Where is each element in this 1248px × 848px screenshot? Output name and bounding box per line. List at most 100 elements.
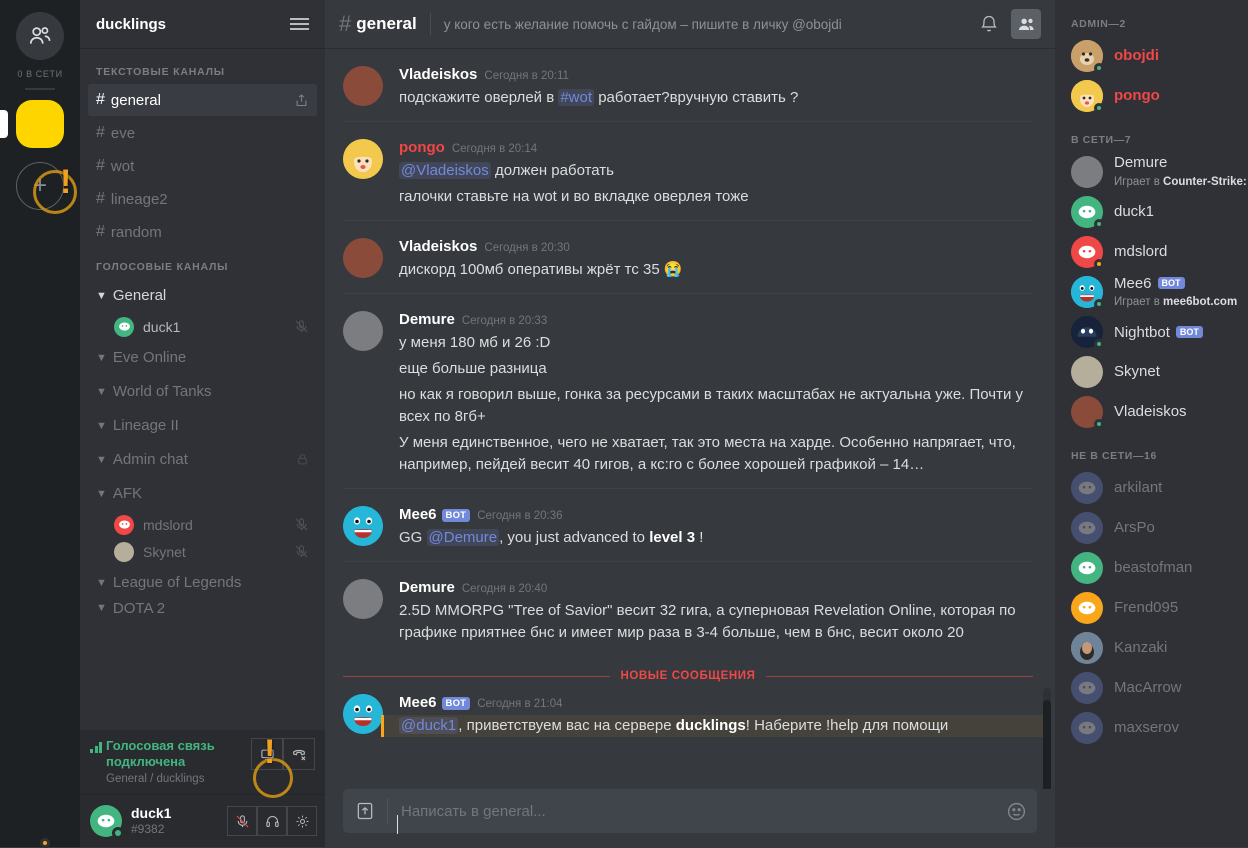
member-group-title: ADMIN—2 xyxy=(1071,18,1126,30)
settings-button[interactable] xyxy=(287,806,317,836)
channel-wot[interactable]: # wot xyxy=(88,150,317,182)
text-channels-category[interactable]: ТЕКСТОВЫЕ КАНАЛЫ xyxy=(80,62,325,83)
avatar[interactable] xyxy=(343,506,383,546)
voice-user-label: mdslord xyxy=(143,516,193,533)
hash-icon: # xyxy=(96,190,105,207)
member-name: Nightbot xyxy=(1114,323,1170,341)
message-list[interactable]: Vladeiskos Сегодня в 20:11 подскажите ов… xyxy=(325,48,1055,789)
voice-user-skynet[interactable]: Skynet xyxy=(106,538,317,565)
member-row[interactable]: duck1 xyxy=(1055,192,1248,232)
avatar[interactable] xyxy=(343,139,383,179)
member-row[interactable]: Skynet xyxy=(40,352,1248,848)
message-text: GG @Demure, you just advanced to level 3… xyxy=(399,527,1037,549)
server-ducklings[interactable] xyxy=(0,96,80,152)
member-row[interactable]: pongo xyxy=(1055,76,1248,116)
member-row[interactable]: MacArrow xyxy=(1055,668,1248,708)
scrollbar-thumb[interactable] xyxy=(1043,700,1051,789)
voice-channel-label: League of Legends xyxy=(112,574,242,591)
avatar xyxy=(1071,512,1103,544)
user-mention[interactable]: @duck1 xyxy=(399,717,459,734)
channel-general[interactable]: # general xyxy=(88,84,317,116)
message-author[interactable]: Demure xyxy=(399,579,455,596)
disconnect-button[interactable] xyxy=(283,738,315,770)
direct-messages-button[interactable] xyxy=(16,12,64,60)
avatar[interactable] xyxy=(343,238,383,278)
voice-channel-world-of-tanks[interactable]: ▼ World of Tanks xyxy=(88,375,317,408)
member-row[interactable]: Kanzaki xyxy=(1055,628,1248,668)
screenshare-button[interactable] xyxy=(251,738,283,770)
search-input[interactable]: Написать в general... xyxy=(388,803,1006,834)
message: Vladeiskos Сегодня в 20:11 подскажите ов… xyxy=(325,48,1055,121)
channel-sidebar: ducklings ТЕКСТОВЫЕ КАНАЛЫ # general # e… xyxy=(80,0,325,847)
message-author[interactable]: Mee6 xyxy=(399,694,437,711)
lock-icon xyxy=(296,453,309,466)
member-name: Vladeiskos xyxy=(1114,403,1187,420)
member-row[interactable]: Mee6 BOT Играет в mee6bot.com xyxy=(1055,272,1248,312)
bot-badge: BOT xyxy=(1175,326,1203,338)
members-icon[interactable] xyxy=(1011,9,1041,39)
add-server-button[interactable]: + xyxy=(16,162,64,210)
member-row[interactable]: maxserov xyxy=(1055,708,1248,748)
emoji-button[interactable] xyxy=(1006,801,1027,822)
text-run: , приветствуем вас на сервере xyxy=(458,717,676,734)
voice-user-mdslord[interactable]: mdslord xyxy=(106,511,317,538)
member-row[interactable]: Demure Играет в Counter-Strike: Gl… xyxy=(40,152,1248,848)
hash-icon: # xyxy=(96,124,105,141)
member-row[interactable]: Nightbot BOT xyxy=(1055,312,1248,352)
user-mention[interactable]: @Demure xyxy=(426,529,500,546)
hamburger-icon[interactable] xyxy=(290,18,309,30)
mute-button[interactable] xyxy=(227,806,257,836)
voice-channel-general[interactable]: ▼ General xyxy=(88,279,317,312)
member-name: obojdi xyxy=(1114,47,1159,64)
avatar[interactable] xyxy=(343,579,383,619)
current-user-panel: duck1 #9382 xyxy=(80,794,325,847)
avatar[interactable] xyxy=(343,311,383,351)
member-row[interactable]: Vladeiskos xyxy=(1055,392,1248,432)
bell-icon[interactable] xyxy=(979,14,999,34)
member-row[interactable]: obojdi xyxy=(1055,36,1248,76)
voice-channel-dota-2[interactable]: ▼ DOTA 2 xyxy=(88,600,317,616)
composer-box[interactable]: Написать в general... xyxy=(343,789,1037,834)
member-name: Skynet xyxy=(1114,363,1160,380)
channel-list: ТЕКСТОВЫЕ КАНАЛЫ # general # eve # wot # xyxy=(80,48,325,730)
voice-channel-admin-chat[interactable]: ▼ Admin chat xyxy=(88,443,317,476)
channel-lineage2[interactable]: # lineage2 xyxy=(88,183,317,215)
message-author[interactable]: Mee6 xyxy=(399,506,437,523)
invite-icon[interactable] xyxy=(294,93,309,108)
message-author[interactable]: pongo xyxy=(399,139,445,156)
deafen-button[interactable] xyxy=(257,806,287,836)
channel-eve[interactable]: # eve xyxy=(88,117,317,149)
voice-channel-league-of-legends[interactable]: ▼ League of Legends xyxy=(88,566,317,599)
message-author[interactable]: Vladeiskos xyxy=(399,238,477,255)
user-mention[interactable]: @Vladeiskos xyxy=(399,162,491,179)
hash-icon: # xyxy=(96,91,105,108)
member-row[interactable]: arkilant xyxy=(1055,468,1248,508)
message-author[interactable]: Vladeiskos xyxy=(399,66,477,83)
member-row[interactable]: mdslord xyxy=(1055,232,1248,272)
member-row[interactable]: Frend095 xyxy=(1055,588,1248,628)
channel-label: lineage2 xyxy=(110,190,168,208)
channel-mention[interactable]: #wot xyxy=(558,89,595,106)
message: Demure Сегодня в 20:33 у меня 180 мб и 2… xyxy=(325,293,1055,488)
voice-channels-category[interactable]: ГОЛОСОВЫЕ КАНАЛЫ xyxy=(80,249,325,278)
avatar xyxy=(1071,396,1104,429)
message-text: еще больше разница xyxy=(399,360,547,377)
member-list[interactable]: ADMIN—2 obojdi pongo В СЕТИ—7 Demure Игр… xyxy=(40,0,1248,848)
avatar xyxy=(1071,592,1103,624)
guild-header[interactable]: ducklings xyxy=(80,0,325,48)
avatar[interactable] xyxy=(343,66,383,106)
voice-channel-eve-online[interactable]: ▼ Eve Online xyxy=(88,341,317,374)
avatar[interactable] xyxy=(90,805,124,839)
message-author[interactable]: Demure xyxy=(399,311,455,328)
member-name: beastofman xyxy=(1114,559,1193,576)
avatar[interactable] xyxy=(343,694,383,734)
channel-random[interactable]: # random xyxy=(88,216,317,248)
voice-channel-afk[interactable]: ▼ AFK xyxy=(88,477,317,510)
text-run-bold: level 3 xyxy=(649,529,696,546)
voice-user-duck1[interactable]: duck1 xyxy=(106,313,317,340)
voice-channel-lineage-ii[interactable]: ▼ Lineage II xyxy=(88,409,317,442)
member-row[interactable]: ArsPo xyxy=(1055,508,1248,548)
text-run: работает?вручную ставить ? xyxy=(594,89,799,106)
upload-button[interactable] xyxy=(343,789,387,833)
member-row[interactable]: beastofman xyxy=(1055,548,1248,588)
